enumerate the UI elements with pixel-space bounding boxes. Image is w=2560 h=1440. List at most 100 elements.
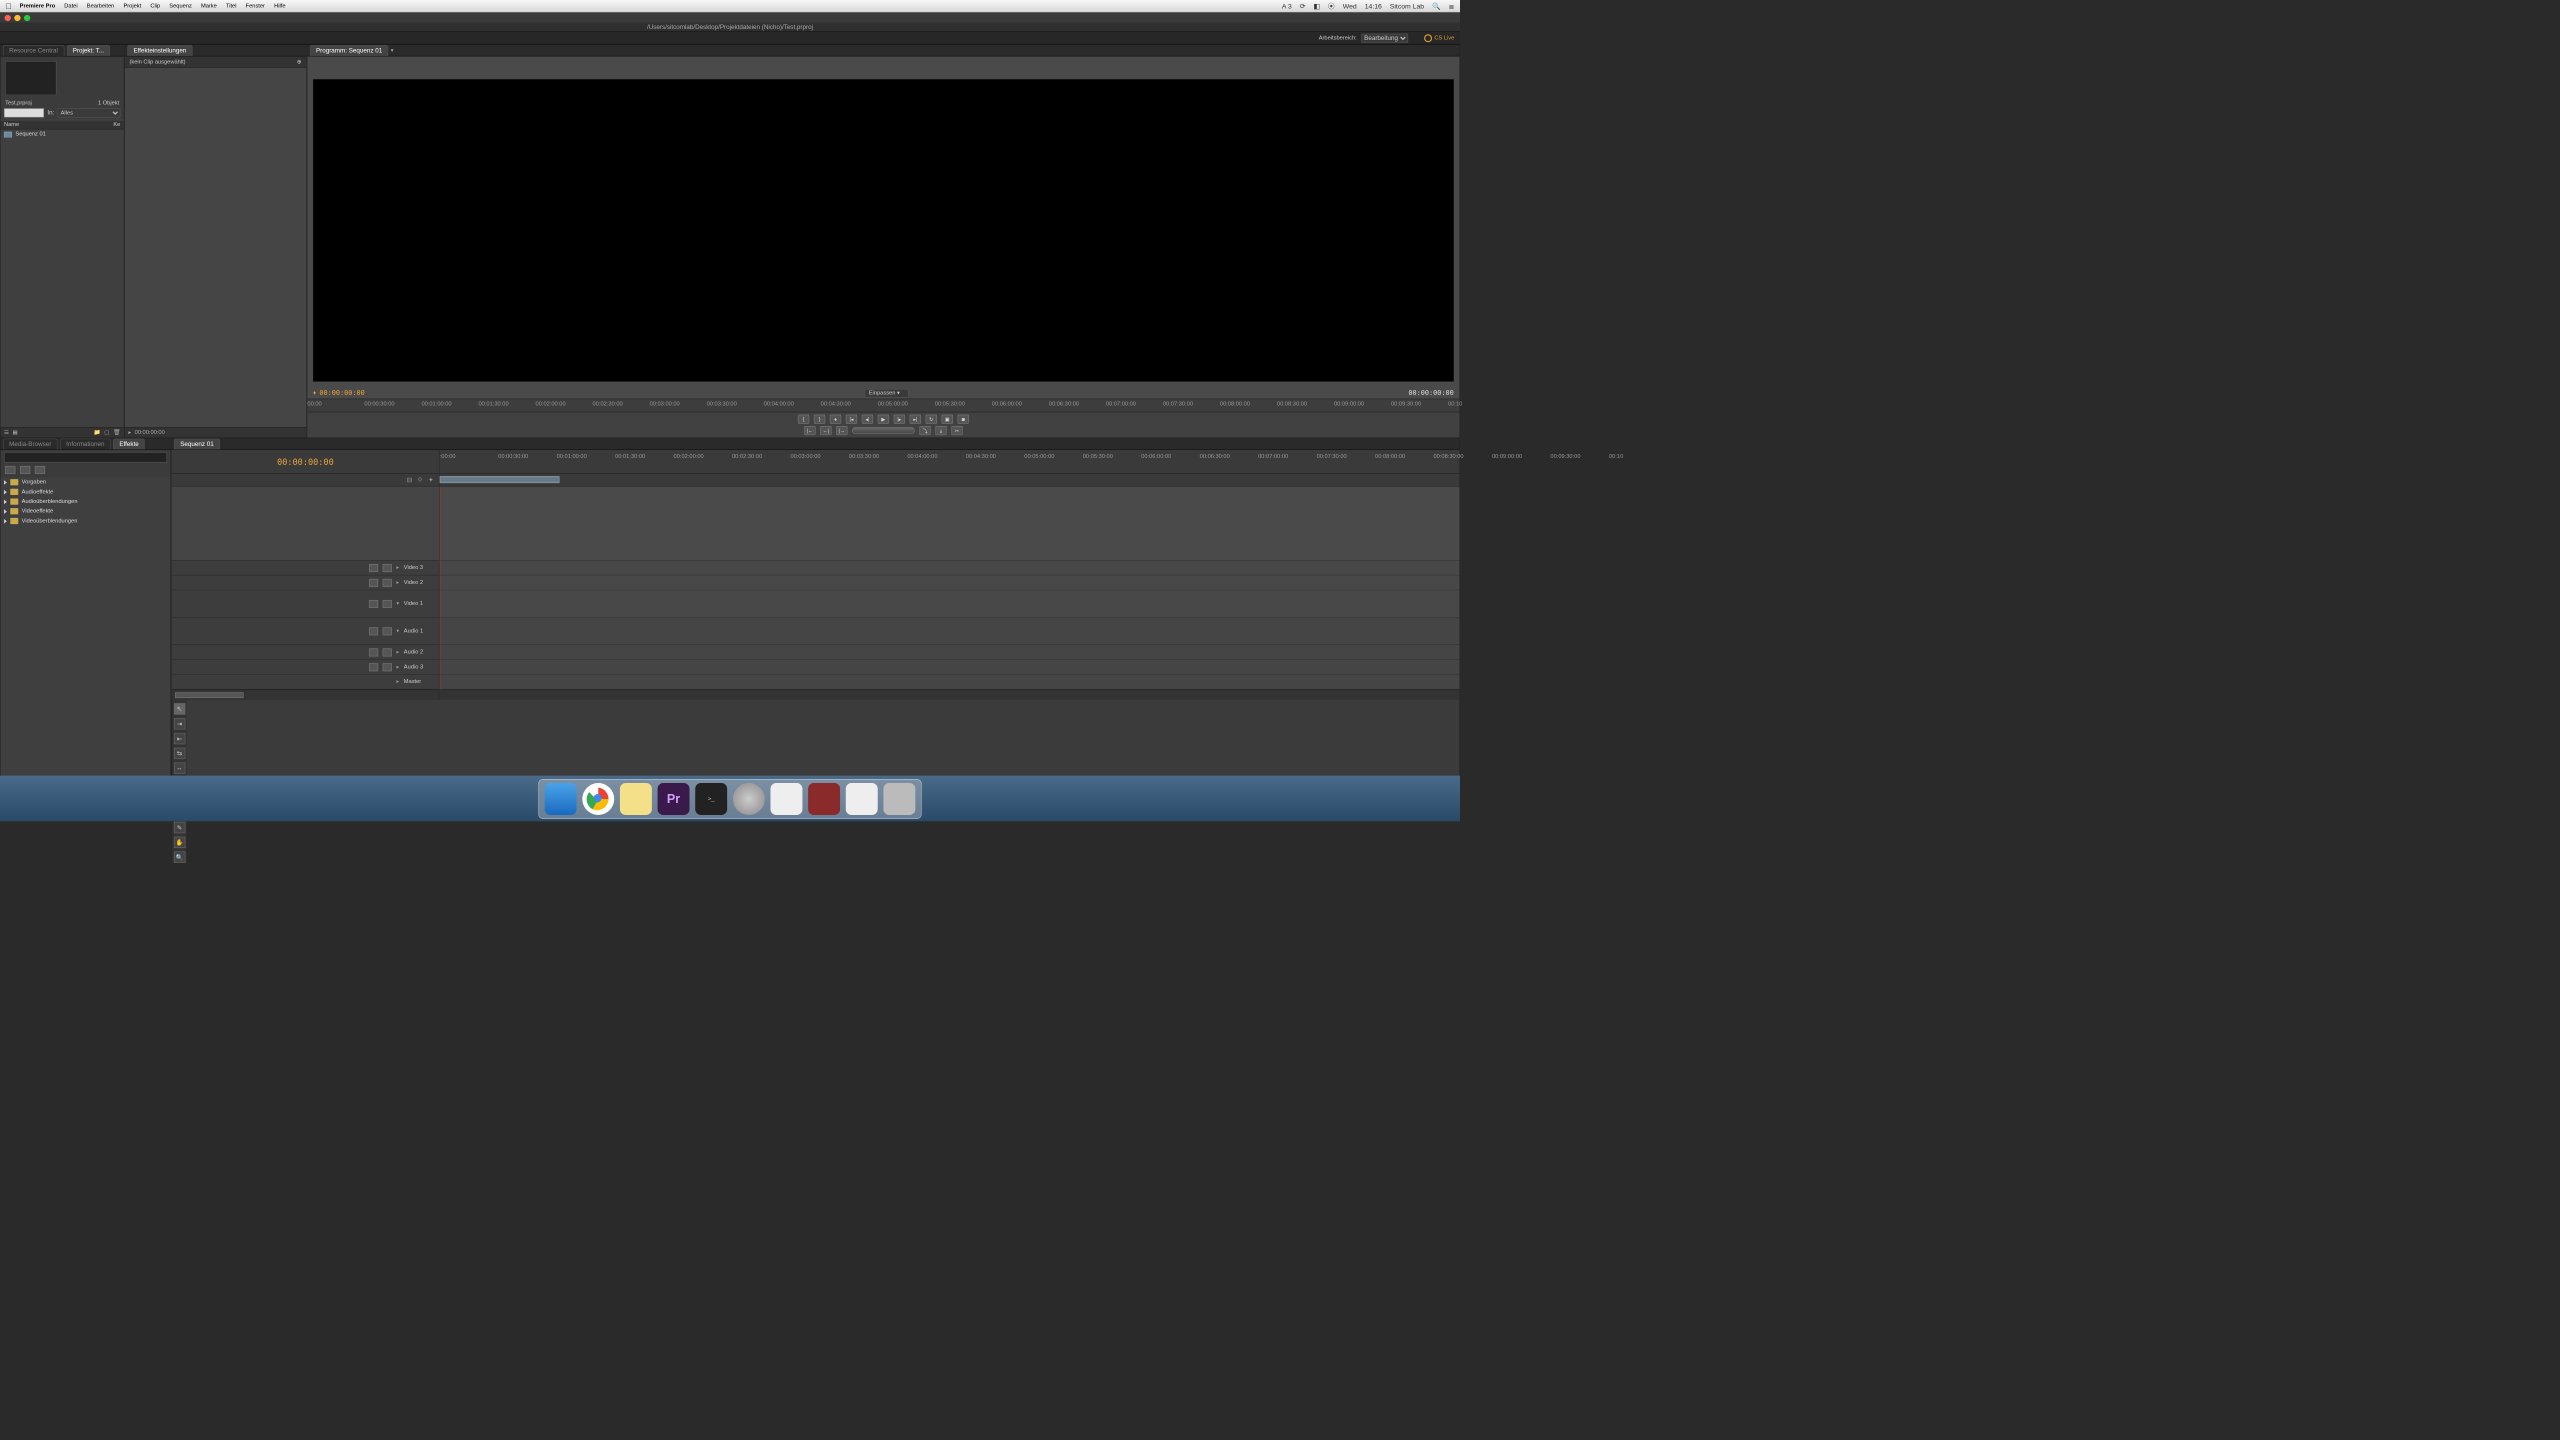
timeline-zoom-slider[interactable] bbox=[175, 692, 243, 698]
effects-folder[interactable]: Vorgaben bbox=[1, 477, 171, 487]
lock-icon[interactable] bbox=[383, 564, 392, 572]
shuttle-slider[interactable] bbox=[852, 427, 915, 434]
mute-icon[interactable] bbox=[369, 627, 378, 635]
play-button[interactable]: ▶ bbox=[878, 415, 889, 424]
go-to-in-button[interactable]: |◂ bbox=[846, 415, 857, 424]
dock-chrome-icon[interactable] bbox=[582, 783, 614, 815]
dock-stickies-icon[interactable] bbox=[620, 783, 652, 815]
fx-32bit-icon[interactable] bbox=[20, 466, 30, 474]
selection-tool[interactable]: ↖ bbox=[174, 703, 185, 714]
track-v2[interactable] bbox=[440, 575, 1460, 590]
spotlight-icon[interactable]: 🔍 bbox=[1432, 2, 1441, 10]
display-icon[interactable]: ◧ bbox=[1313, 2, 1319, 10]
step-back-button[interactable]: ◂| bbox=[862, 415, 873, 424]
rate-stretch-tool[interactable]: ↔ bbox=[174, 763, 185, 774]
track-a3[interactable] bbox=[440, 660, 1460, 675]
go-to-out-button[interactable]: ▸| bbox=[910, 415, 921, 424]
window-minimize-button[interactable] bbox=[14, 15, 20, 21]
menu-marke[interactable]: Marke bbox=[201, 3, 217, 9]
effects-search-input[interactable] bbox=[4, 452, 167, 462]
menu-sequenz[interactable]: Sequenz bbox=[169, 3, 192, 9]
overwrite-button[interactable]: ⤓ bbox=[935, 426, 946, 435]
eye-icon[interactable] bbox=[369, 564, 378, 572]
menu-bearbeiten[interactable]: Bearbeiten bbox=[87, 3, 115, 9]
list-view-icon[interactable]: ☰ bbox=[4, 429, 9, 435]
timeline-playhead[interactable] bbox=[440, 486, 441, 689]
window-close-button[interactable] bbox=[5, 15, 11, 21]
timeline-timecode[interactable]: 00:00:00:00 bbox=[277, 457, 334, 467]
program-ruler[interactable]: 00:0000:00:30:0000:01:00:0000:01:30:0000… bbox=[307, 399, 1459, 413]
insert-button[interactable]: ⤵ bbox=[919, 426, 930, 435]
timeline-tracks-area[interactable] bbox=[440, 486, 1460, 689]
track-header-a1[interactable]: ▾Audio 1 bbox=[172, 618, 439, 645]
new-bin-icon[interactable]: 📁 bbox=[94, 429, 101, 435]
fx-bin-icon[interactable] bbox=[5, 466, 15, 474]
dock-app2-icon[interactable] bbox=[808, 783, 840, 815]
track-header-master[interactable]: ▸Master bbox=[172, 675, 439, 690]
app-menu[interactable]: Premiere Pro bbox=[20, 3, 56, 9]
step-fwd-button[interactable]: |▸ bbox=[894, 415, 905, 424]
timeline-ruler[interactable]: :00:0000:00:30:0000:01:00:0000:01:30:000… bbox=[440, 450, 1460, 474]
effects-folder[interactable]: Audioüberblendungen bbox=[1, 497, 171, 507]
lift-button[interactable]: ←| bbox=[820, 426, 831, 435]
rolling-edit-tool[interactable]: ⇆ bbox=[174, 748, 185, 759]
lock-icon[interactable] bbox=[383, 579, 392, 587]
safe-margins-button[interactable]: ▣ bbox=[942, 415, 953, 424]
program-zoom-select[interactable]: Einpassen ▾ bbox=[865, 389, 909, 398]
workspace-select[interactable]: Bearbeitung bbox=[1361, 33, 1408, 42]
zoom-tool[interactable]: 🔍 bbox=[174, 851, 185, 862]
timeline-workarea[interactable] bbox=[440, 474, 1460, 487]
notifications-icon[interactable]: ≣ bbox=[1449, 2, 1455, 10]
adobe-status-icon[interactable]: A 3 bbox=[1282, 2, 1292, 10]
eye-icon[interactable] bbox=[369, 600, 378, 608]
ripple-edit-tool[interactable]: ⇤ bbox=[174, 733, 185, 744]
lock-icon[interactable] bbox=[383, 600, 392, 608]
window-zoom-button[interactable] bbox=[24, 15, 30, 21]
new-item-icon[interactable]: ▢ bbox=[104, 429, 109, 435]
lock-icon[interactable] bbox=[383, 648, 392, 656]
fx-yuv-icon[interactable] bbox=[35, 466, 45, 474]
lock-icon[interactable] bbox=[383, 663, 392, 671]
project-search-input[interactable] bbox=[4, 108, 44, 117]
project-item-sequence[interactable]: Sequenz 01 bbox=[1, 129, 124, 139]
menu-hilfe[interactable]: Hilfe bbox=[274, 3, 285, 9]
user-menu[interactable]: Sitcom Lab bbox=[1390, 2, 1424, 10]
add-marker-button[interactable]: ♦ bbox=[830, 415, 841, 424]
menu-fenster[interactable]: Fenster bbox=[246, 3, 265, 9]
project-col-keep[interactable]: Ke bbox=[113, 121, 120, 127]
tab-information[interactable]: Informationen bbox=[60, 439, 111, 450]
hand-tool[interactable]: ✋ bbox=[174, 837, 185, 848]
project-col-name[interactable]: Name bbox=[4, 121, 19, 127]
mark-out-button[interactable]: } bbox=[814, 415, 825, 424]
track-a1[interactable] bbox=[440, 618, 1460, 645]
apple-menu-icon[interactable]:  bbox=[6, 1, 12, 10]
mute-icon[interactable] bbox=[369, 663, 378, 671]
track-header-v2[interactable]: ▸Video 2 bbox=[172, 575, 439, 590]
cslive-button[interactable]: CS Live bbox=[1424, 34, 1454, 42]
marker-icon[interactable]: ✦ bbox=[428, 476, 433, 483]
menu-datei[interactable]: Datei bbox=[64, 3, 77, 9]
wifi-icon[interactable]: ⦿ bbox=[1328, 1, 1335, 11]
project-in-select[interactable]: Alles bbox=[58, 108, 121, 117]
tab-timeline-sequence[interactable]: Sequenz 01 bbox=[174, 439, 220, 450]
clock-time[interactable]: 14:16 bbox=[1365, 2, 1382, 10]
program-seq-dropdown-icon[interactable]: ▾ bbox=[391, 47, 394, 53]
effects-folder[interactable]: Videoüberblendungen bbox=[1, 516, 171, 526]
dock-finder-icon[interactable] bbox=[545, 783, 577, 815]
track-header-a3[interactable]: ▸Audio 3 bbox=[172, 660, 439, 675]
workarea-bar[interactable] bbox=[440, 476, 560, 483]
tab-effects[interactable]: Effekte bbox=[113, 439, 145, 450]
trim-button[interactable]: ✂ bbox=[951, 426, 962, 435]
menu-titel[interactable]: Titel bbox=[226, 3, 237, 9]
pen-tool[interactable]: ✎ bbox=[174, 822, 185, 833]
tab-program[interactable]: Programm: Sequenz 01 bbox=[310, 45, 389, 56]
clock-day[interactable]: Wed bbox=[1343, 2, 1357, 10]
dock-terminal-icon[interactable]: >_ bbox=[695, 783, 727, 815]
icon-view-icon[interactable]: ▦ bbox=[13, 429, 18, 435]
track-a2[interactable] bbox=[440, 645, 1460, 660]
sync-icon[interactable]: ⟳ bbox=[1300, 2, 1306, 10]
track-master[interactable] bbox=[440, 675, 1460, 690]
snap-icon[interactable]: ⊟ bbox=[407, 476, 412, 483]
tab-media-browser[interactable]: Media-Browser bbox=[3, 439, 58, 450]
mark-in-button[interactable]: { bbox=[798, 415, 809, 424]
